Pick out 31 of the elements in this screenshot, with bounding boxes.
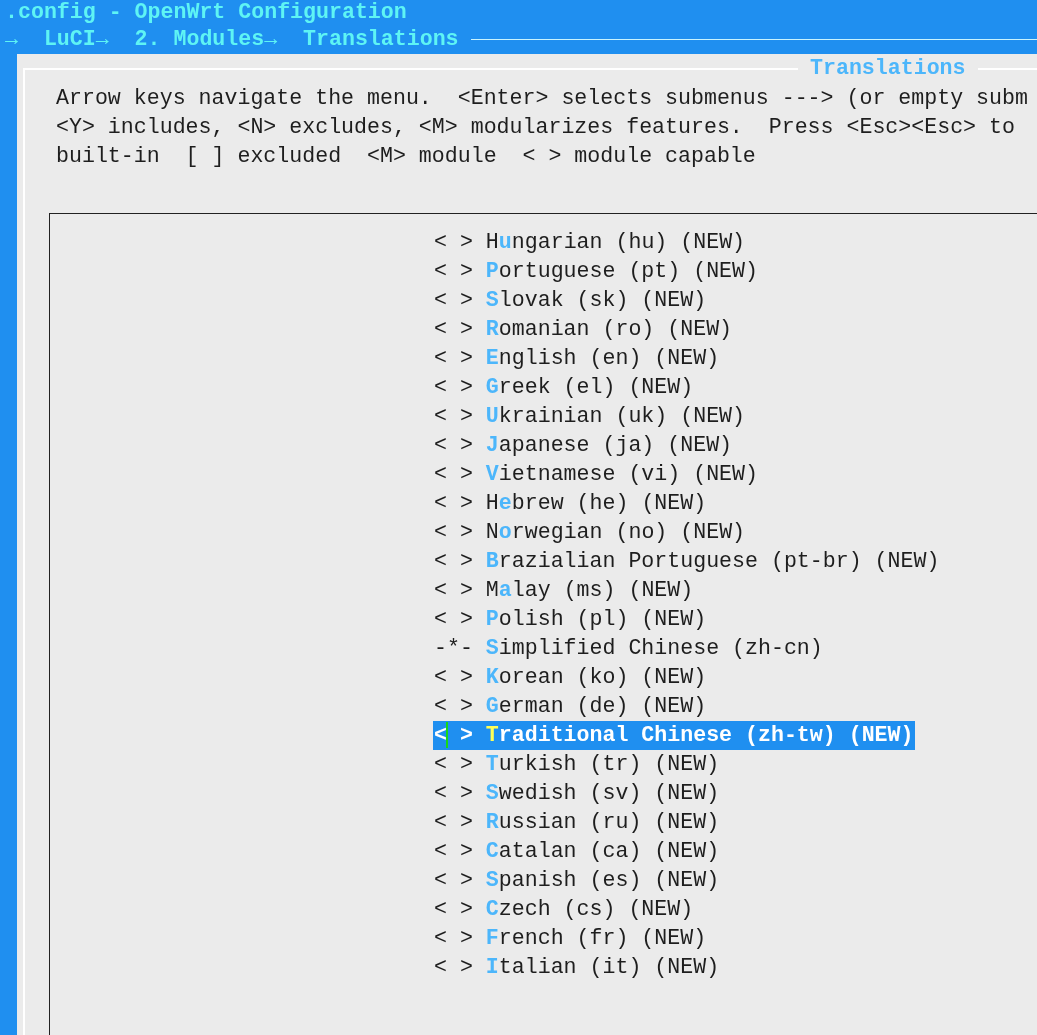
menu-item[interactable]: -*- Simplified Chinese (zh-cn) xyxy=(433,634,824,663)
help-text: <Y> includes, <N> excludes, <M> modularizes features. Press <Esc><Esc> to xyxy=(56,114,1015,141)
menu-item[interactable]: < > Vietnamese (vi) (NEW) xyxy=(433,460,759,489)
menu-item[interactable]: < > Turkish (tr) (NEW) xyxy=(433,750,721,779)
menu-item[interactable]: < > Swedish (sv) (NEW) xyxy=(433,779,721,808)
menu-item[interactable]: < > Catalan (ca) (NEW) xyxy=(433,837,721,866)
text-cursor-icon xyxy=(446,722,448,748)
menu-item[interactable]: < > Portuguese (pt) (NEW) xyxy=(433,257,759,286)
menu-item[interactable]: < > Spanish (es) (NEW) xyxy=(433,866,721,895)
menu-item[interactable]: < > Korean (ko) (NEW) xyxy=(433,663,708,692)
menu-item[interactable]: < > Greek (el) (NEW) xyxy=(433,373,695,402)
menu-item[interactable]: < > Czech (cs) (NEW) xyxy=(433,895,695,924)
menu-item[interactable]: < > Norwegian (no) (NEW) xyxy=(433,518,747,547)
menu-item[interactable]: < > Hebrew (he) (NEW) xyxy=(433,489,708,518)
menu-item[interactable]: < > Brazialian Portuguese (pt-br) (NEW) xyxy=(433,547,941,576)
menu-item[interactable]: < > Hungarian (hu) (NEW) xyxy=(433,228,747,257)
menu-item[interactable]: < > Russian (ru) (NEW) xyxy=(433,808,721,837)
menu-item[interactable]: < > Malay (ms) (NEW) xyxy=(433,576,695,605)
help-text: built-in [ ] excluded <M> module < > module capable xyxy=(56,143,756,170)
menu-item[interactable]: < > Polish (pl) (NEW) xyxy=(433,605,708,634)
menu-item[interactable]: < > English (en) (NEW) xyxy=(433,344,721,373)
menu-item[interactable]: < > Japanese (ja) (NEW) xyxy=(433,431,734,460)
menu-item[interactable]: < > Romanian (ro) (NEW) xyxy=(433,315,734,344)
menu-item[interactable]: < > Ukrainian (uk) (NEW) xyxy=(433,402,747,431)
breadcrumb: → LuCI→ 2. Modules→ Translations xyxy=(5,26,459,53)
menu-item[interactable]: < > French (fr) (NEW) xyxy=(433,924,708,953)
help-text: Arrow keys navigate the menu. <Enter> selects submenus ---> (or empty subm xyxy=(56,85,1028,112)
menu-item[interactable]: < > German (de) (NEW) xyxy=(433,692,708,721)
menu-item[interactable]: < > Italian (it) (NEW) xyxy=(433,953,721,982)
menu-item[interactable]: < > Slovak (sk) (NEW) xyxy=(433,286,708,315)
window-title: .config - OpenWrt Configuration xyxy=(5,0,407,25)
